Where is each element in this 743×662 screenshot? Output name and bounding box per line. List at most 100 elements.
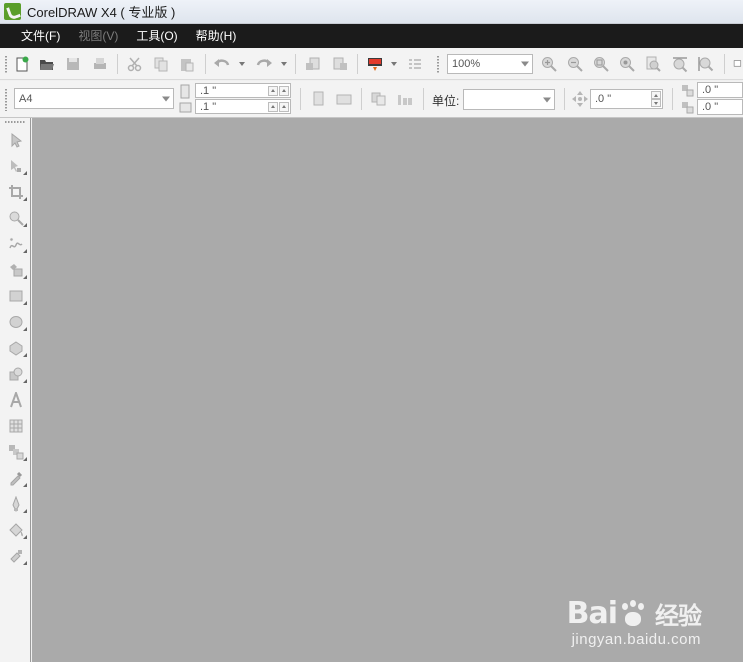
toolbox — [0, 118, 31, 662]
redo-icon[interactable] — [255, 55, 273, 73]
watermark-brand-end: 经验 — [655, 602, 702, 630]
chevron-down-icon — [521, 61, 529, 67]
save-icon[interactable] — [64, 55, 82, 73]
chevron-down-icon — [543, 97, 551, 102]
portrait-icon[interactable] — [309, 90, 327, 108]
zoom-in-icon[interactable] — [540, 55, 558, 73]
toolbar-grip[interactable] — [5, 56, 7, 74]
redo-dropdown[interactable] — [280, 55, 288, 73]
application-launcher-icon[interactable] — [366, 55, 384, 73]
cut-icon[interactable] — [126, 55, 144, 73]
undo-icon[interactable] — [213, 55, 231, 73]
page-width-value: .1 " — [200, 84, 217, 97]
pick-tool-icon[interactable] — [6, 130, 26, 150]
duplicate-x-field[interactable]: .0 " — [697, 82, 743, 98]
current-page-icon[interactable] — [396, 90, 414, 108]
nudge-decrement-button[interactable] — [651, 99, 661, 107]
open-icon[interactable] — [38, 55, 56, 73]
window-title: CorelDRAW X4 ( 专业版 ) — [27, 5, 176, 20]
nudge-offset-field[interactable]: .0 " — [590, 89, 663, 109]
ellipse-tool-icon[interactable] — [6, 312, 27, 332]
watermark-url: jingyan.baidu.com — [571, 631, 701, 648]
interactive-blend-tool-icon[interactable] — [6, 442, 27, 462]
interactive-fill-tool-icon[interactable] — [6, 546, 27, 566]
baidu-jingyan-watermark: Bai 经验 jingyan.baidu.com — [567, 596, 702, 648]
menu-help[interactable]: 帮助(H) — [187, 24, 246, 48]
outline-tool-icon[interactable] — [6, 494, 27, 514]
toolbar-separator — [361, 88, 362, 110]
print-icon[interactable] — [91, 55, 109, 73]
page-width-field[interactable]: .1 " — [195, 83, 291, 98]
zoom-level-value: 100% — [452, 58, 481, 70]
table-tool-icon[interactable] — [6, 416, 26, 436]
fill-tool-icon[interactable] — [6, 520, 27, 540]
toolbar-grip[interactable] — [5, 89, 7, 111]
zoom-to-selected-icon[interactable] — [592, 55, 610, 73]
toolbar-separator — [357, 54, 358, 74]
crop-tool-icon[interactable] — [6, 182, 27, 202]
duplicate-x-value: .0 " — [702, 84, 719, 96]
shape-tool-icon[interactable] — [6, 156, 27, 176]
units-combobox[interactable] — [463, 89, 555, 110]
window-list-icon[interactable] — [733, 55, 743, 73]
new-document-icon[interactable] — [13, 55, 31, 73]
rectangle-tool-icon[interactable] — [6, 286, 27, 306]
toolbar-separator — [423, 88, 424, 110]
width-increment-button[interactable] — [279, 86, 289, 96]
watermark-logo: Bai 经验 — [567, 596, 702, 631]
page-size-combobox[interactable]: A4 — [14, 88, 174, 109]
page-height-icon — [178, 99, 192, 117]
toolbar-grip[interactable] — [437, 56, 439, 74]
eyedropper-tool-icon[interactable] — [6, 468, 27, 488]
options-icon[interactable] — [406, 55, 424, 73]
paste-icon[interactable] — [178, 55, 196, 73]
toolbar-separator — [724, 54, 725, 74]
zoom-to-all-icon[interactable] — [618, 55, 636, 73]
all-pages-icon[interactable] — [370, 90, 388, 108]
zoom-level-combobox[interactable]: 100% — [447, 54, 533, 74]
drawing-workspace[interactable]: Bai 经验 jingyan.baidu.com — [32, 118, 743, 662]
menu-tools[interactable]: 工具(O) — [127, 24, 186, 48]
copy-icon[interactable] — [152, 55, 170, 73]
zoom-tool-icon[interactable] — [6, 208, 27, 228]
toolbar-separator — [117, 54, 118, 74]
toolbar-separator — [672, 88, 673, 110]
duplicate-y-value: .0 " — [702, 101, 719, 113]
zoom-to-width-icon[interactable] — [671, 55, 689, 73]
duplicate-y-icon — [680, 99, 696, 117]
toolbox-grip[interactable] — [5, 121, 25, 123]
nudge-offset-value: .0 " — [595, 93, 612, 105]
page-size-value: A4 — [19, 92, 33, 105]
coreldraw-logo-icon — [4, 3, 21, 20]
zoom-out-icon[interactable] — [566, 55, 584, 73]
toolbar-separator — [295, 54, 296, 74]
freehand-tool-icon[interactable] — [6, 234, 27, 254]
page-height-field[interactable]: .1 " — [195, 99, 291, 114]
title-bar: CorelDRAW X4 ( 专业版 ) — [0, 0, 743, 24]
height-decrement-button[interactable] — [268, 102, 278, 112]
zoom-to-height-icon[interactable] — [697, 55, 715, 73]
width-decrement-button[interactable] — [268, 86, 278, 96]
smart-fill-tool-icon[interactable] — [6, 260, 27, 280]
height-increment-button[interactable] — [279, 102, 289, 112]
landscape-icon[interactable] — [335, 90, 353, 108]
polygon-tool-icon[interactable] — [6, 338, 27, 358]
toolbar-separator — [300, 88, 301, 110]
menu-file[interactable]: 文件(F) — [12, 24, 69, 48]
text-tool-icon[interactable] — [6, 390, 26, 410]
import-icon[interactable] — [304, 55, 322, 73]
nudge-increment-button[interactable] — [651, 91, 661, 99]
page-height-value: .1 " — [200, 100, 217, 113]
basic-shapes-tool-icon[interactable] — [6, 364, 27, 384]
export-icon[interactable] — [331, 55, 349, 73]
duplicate-y-field[interactable]: .0 " — [697, 99, 743, 115]
units-label: 单位: — [432, 94, 460, 108]
toolbar-separator — [564, 88, 565, 110]
property-bar: A4 .1 " .1 " 单位: .0 " .0 " .0 " — [0, 81, 743, 118]
menu-view[interactable]: 视图(V) — [69, 24, 127, 48]
menu-bar: 文件(F) 视图(V) 工具(O) 帮助(H) — [0, 24, 743, 48]
undo-dropdown[interactable] — [238, 55, 246, 73]
standard-toolbar: 100% — [0, 48, 743, 80]
zoom-to-page-icon[interactable] — [644, 55, 662, 73]
application-launcher-dropdown[interactable] — [390, 55, 398, 73]
